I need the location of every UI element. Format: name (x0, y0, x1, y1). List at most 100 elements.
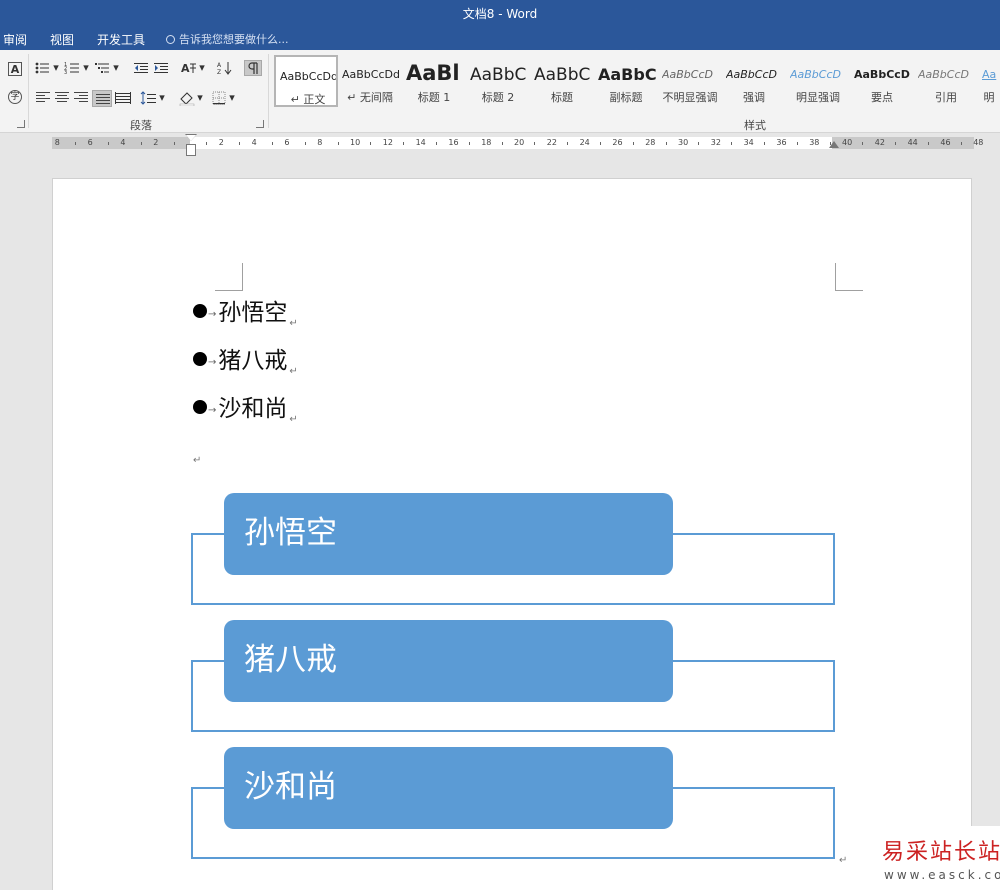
margin-corner-mark (835, 263, 863, 291)
ruler-tick (960, 142, 962, 145)
shading-button[interactable] (178, 90, 196, 107)
smartart-box[interactable]: 猪八戒 (224, 620, 673, 702)
style-title[interactable]: AaBbC 标题 (530, 55, 594, 107)
tab-developer[interactable]: 开发工具 (97, 31, 145, 49)
margin-corner-mark (215, 263, 243, 291)
list-item[interactable]: →沙和尚 ↵ (193, 393, 298, 441)
multilevel-list-icon (95, 63, 109, 73)
style-subtitle[interactable]: AaBbC 副标题 (594, 55, 658, 107)
style-sample: AaBbC (534, 65, 591, 85)
ruler-tick (75, 142, 77, 145)
borders-button[interactable] (210, 90, 228, 106)
paragraph-mark: ↵ (839, 855, 848, 866)
paragraph-mark: ↵ (289, 414, 298, 425)
list-item[interactable]: →猪八戒 ↵ (193, 345, 298, 393)
chinese-layout-icon: A (181, 62, 196, 75)
style-heading-1[interactable]: AaBl 标题 1 (402, 55, 466, 107)
tab-review[interactable]: 审阅 (3, 31, 27, 49)
ruler-number: 34 (743, 138, 754, 147)
paragraph-dialog-launcher[interactable] (256, 120, 264, 128)
ruler-number: 42 (874, 138, 885, 147)
right-indent-marker[interactable] (829, 141, 839, 148)
chinese-layout-button[interactable]: A (180, 60, 198, 76)
ruler-tick (239, 142, 241, 145)
bullet-icon (193, 304, 207, 318)
tab-mark: → (208, 309, 217, 320)
paragraph-group-label: 段落 (130, 119, 152, 132)
chevron-down-icon[interactable]: ▾ (196, 90, 204, 106)
align-left-button[interactable] (36, 92, 50, 103)
align-center-button[interactable] (55, 92, 69, 103)
ruler-number: 46 (940, 138, 951, 147)
list-item[interactable]: →孙悟空 ↵ (193, 297, 298, 345)
show-formatting-marks-button[interactable] (244, 60, 262, 76)
style-name: 要点 (871, 91, 893, 104)
justify-button[interactable] (92, 90, 112, 107)
ruler-number: 40 (842, 138, 853, 147)
multilevel-list-button[interactable] (94, 60, 112, 76)
document-page[interactable]: →孙悟空 ↵ →猪八戒 ↵ →沙和尚 ↵ ↵ 孙悟空 猪八戒 沙和尚 ↵ (52, 178, 972, 890)
style-normal[interactable]: AaBbCcDd ↵ 正文 (274, 55, 338, 107)
watermark-url: www.easck.com (884, 868, 1000, 882)
font-dialog-launcher[interactable] (17, 120, 25, 128)
style-emphasis[interactable]: AaBbCcD 强调 (722, 55, 786, 107)
paragraph-mark: ↵ (289, 366, 298, 377)
left-indent-marker[interactable] (186, 144, 196, 156)
smartart-frame-edge (191, 787, 227, 789)
ruler-tick (108, 142, 109, 145)
style-strong[interactable]: AaBbCcD 要点 (850, 55, 914, 107)
numbering-button[interactable]: 123 (64, 60, 82, 76)
ruler-tick (140, 142, 142, 145)
list-item-text: 沙和尚 (218, 396, 288, 422)
distributed-button[interactable] (114, 90, 132, 106)
ruler-tick (731, 142, 733, 145)
first-line-indent-marker-fill (186, 135, 196, 141)
style-subtle-emphasis[interactable]: AaBbCcD 不明显强调 (658, 55, 722, 107)
style-no-spacing[interactable]: AaBbCcDd ↵ 无间隔 (338, 55, 402, 107)
chevron-down-icon[interactable]: ▾ (52, 60, 60, 76)
bullets-button[interactable] (34, 60, 52, 76)
smartart-box[interactable]: 孙悟空 (224, 493, 673, 575)
chevron-down-icon[interactable]: ▾ (82, 60, 90, 76)
increase-indent-button[interactable] (152, 60, 170, 76)
ruler-number: 24 (579, 138, 590, 147)
smartart-box[interactable]: 沙和尚 (224, 747, 673, 829)
chevron-down-icon[interactable]: ▾ (228, 90, 236, 106)
ruler-number: 6 (284, 138, 290, 147)
chevron-down-icon[interactable]: ▾ (112, 60, 120, 76)
ruler-number: 18 (481, 138, 492, 147)
increase-indent-icon (154, 63, 168, 73)
line-spacing-icon (140, 91, 156, 105)
style-quote[interactable]: AaBbCcD 引用 (914, 55, 978, 107)
lightbulb-icon (166, 35, 175, 44)
align-right-button[interactable] (74, 92, 88, 103)
numbering-icon: 123 (64, 62, 79, 76)
ruler-tick (895, 142, 897, 145)
sort-button[interactable]: AZ (216, 60, 234, 76)
tab-view[interactable]: 视图 (50, 31, 74, 49)
smartart-frame-edge (673, 533, 835, 535)
chevron-down-icon[interactable]: ▾ (158, 90, 166, 106)
bullet-icon (193, 400, 207, 414)
ruler-number: 28 (645, 138, 656, 147)
tell-me-search[interactable]: 告诉我您想要做什么... (166, 31, 289, 49)
distributed-icon (115, 92, 131, 104)
ruler-number: 16 (448, 138, 459, 147)
smartart-frame-edge (673, 660, 835, 662)
ruler-tick (436, 142, 437, 145)
style-intense-quote[interactable]: Aa 明 (978, 55, 1000, 107)
style-heading-2[interactable]: AaBbC 标题 2 (466, 55, 530, 107)
list-item-text: 猪八戒 (218, 348, 288, 374)
style-sample: AaBbC (598, 65, 657, 84)
style-intense-emphasis[interactable]: AaBbCcD 明显强调 (786, 55, 850, 107)
ruler-tick (928, 142, 929, 145)
decrease-indent-button[interactable] (132, 60, 150, 76)
pilcrow-icon (248, 62, 258, 74)
line-spacing-button[interactable] (140, 90, 158, 106)
enclose-char-button[interactable]: 字 (8, 90, 22, 104)
ruler-number: 8 (54, 138, 60, 147)
ruler-tick (698, 142, 700, 145)
chevron-down-icon[interactable]: ▾ (198, 60, 206, 76)
bullet-icon (193, 352, 207, 366)
char-border-button[interactable]: A (8, 62, 22, 76)
